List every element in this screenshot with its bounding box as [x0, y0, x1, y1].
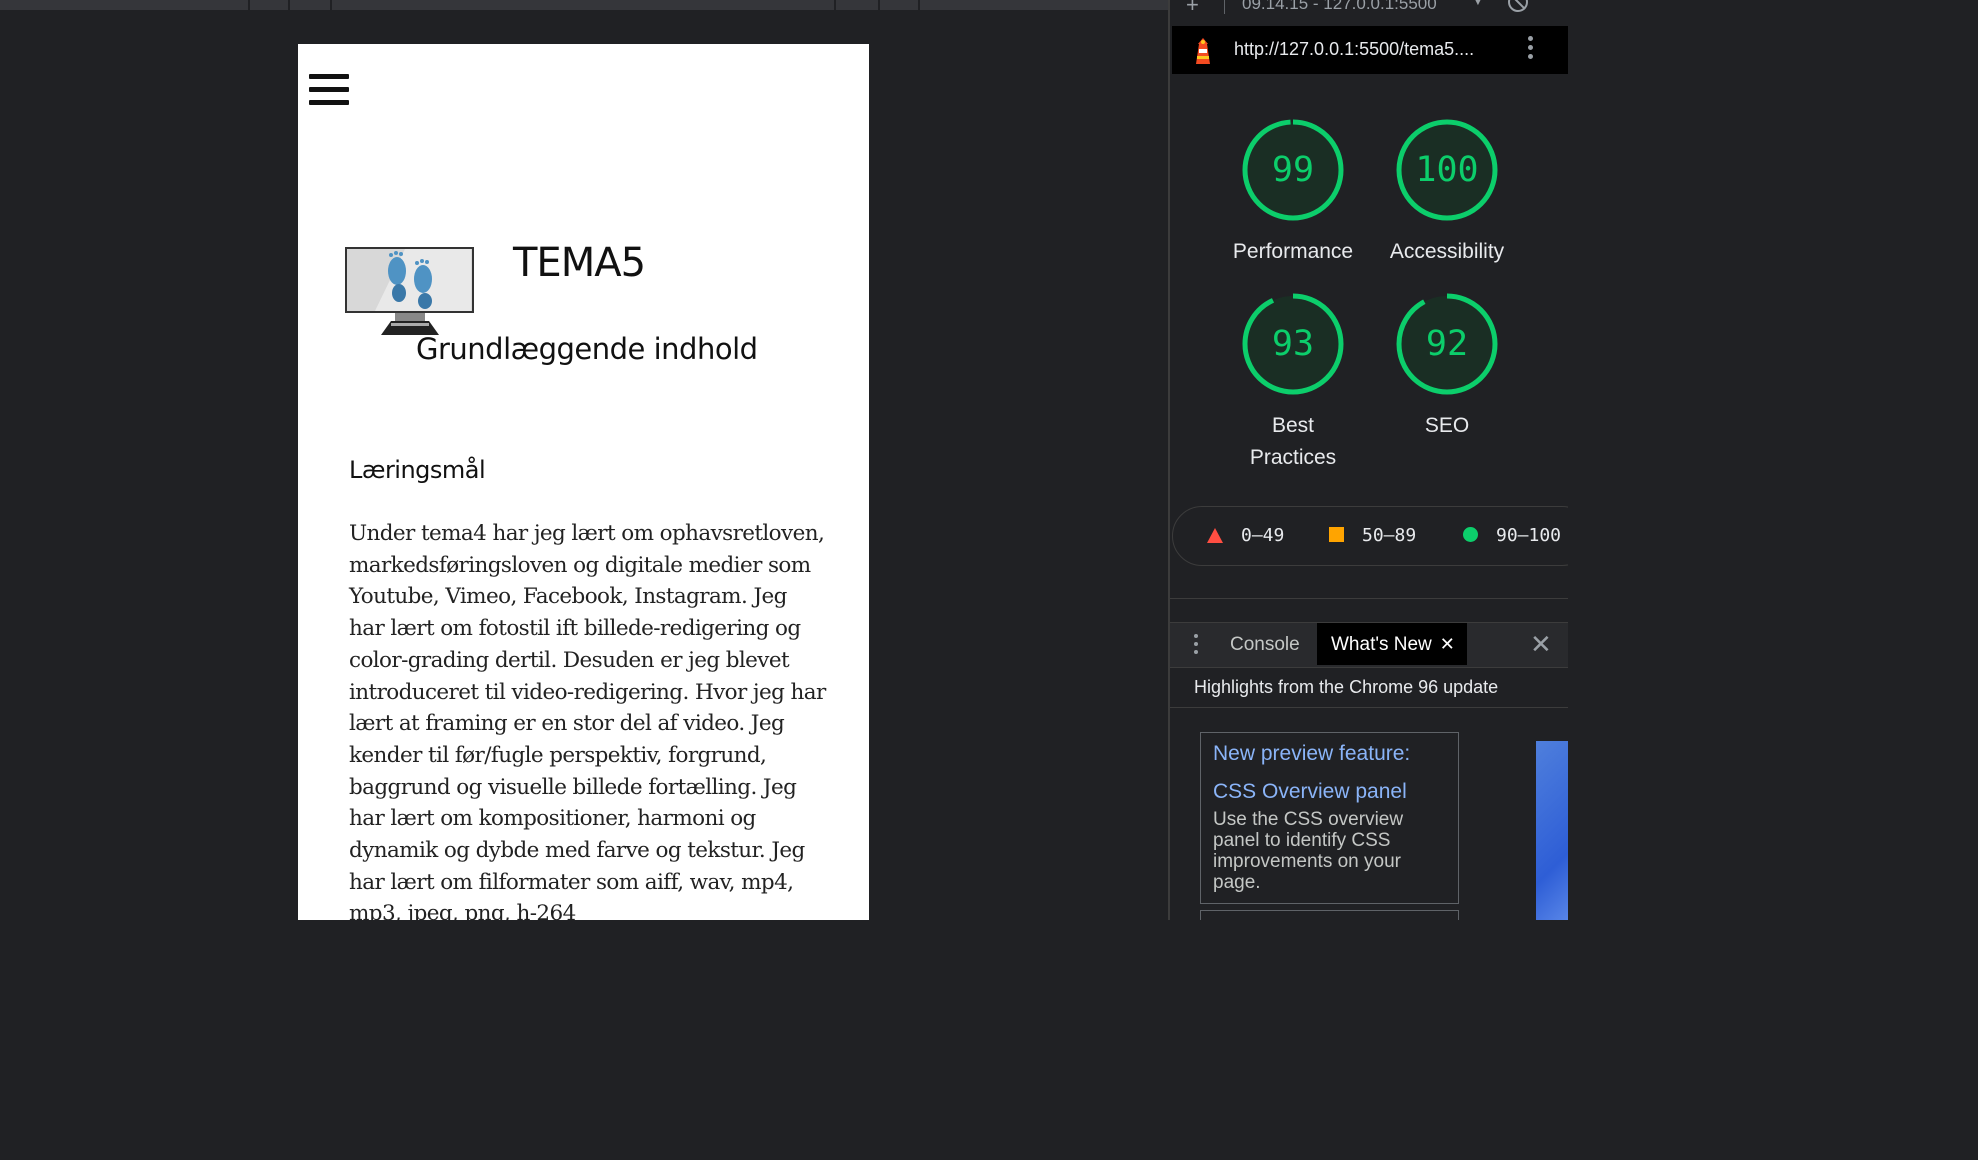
circle-icon — [1463, 527, 1478, 542]
body-paragraph: Under tema4 har jeg lært om ophavsretlov… — [349, 521, 826, 920]
report-selector[interactable]: + 09.14.15 - 127.0.0.1:5500 ▼ — [1170, 0, 1568, 17]
feature-card-next[interactable] — [1200, 910, 1459, 920]
score-label: SEO — [1424, 414, 1470, 437]
site-logo — [345, 247, 474, 335]
gauge-best-practices[interactable]: 93 Best Practices — [1218, 292, 1368, 474]
gauge-accessibility[interactable]: 100 Accessibility — [1372, 118, 1522, 268]
tab-console[interactable]: Console — [1230, 634, 1300, 656]
score-label: Accessibility — [1389, 240, 1505, 263]
feature-card[interactable]: New preview feature: CSS Overview panel … — [1200, 732, 1459, 904]
page-viewport: TEMA5 Grundlæggende indhold Læringsmål U… — [0, 0, 1168, 920]
close-tab-icon[interactable]: ✕ — [1440, 634, 1455, 654]
close-drawer-icon[interactable]: ✕ — [1530, 629, 1552, 660]
hamburger-menu-icon[interactable] — [309, 74, 349, 106]
drawer-menu-icon[interactable] — [1194, 634, 1199, 658]
divider — [1170, 598, 1568, 599]
lighthouse-icon — [1196, 38, 1210, 64]
mobile-page: TEMA5 Grundlæggende indhold Læringsmål U… — [298, 44, 869, 920]
score-legend: 0–49 50–89 90–100 — [1172, 506, 1568, 566]
legend-average: 50–89 — [1329, 525, 1416, 546]
gauge-performance[interactable]: 99 Performance — [1218, 118, 1368, 268]
site-subtitle: Grundlæggende indhold — [416, 332, 758, 366]
card-title[interactable]: New preview feature: — [1213, 739, 1446, 769]
gauge-seo[interactable]: 92 SEO — [1372, 292, 1522, 442]
score-value: 99 — [1271, 150, 1315, 190]
score-value: 93 — [1271, 324, 1315, 364]
feature-thumbnail — [1536, 741, 1568, 920]
clear-icon[interactable] — [1508, 0, 1528, 12]
triangle-icon — [1207, 528, 1223, 543]
legend-fail: 0–49 — [1207, 525, 1284, 546]
site-title: TEMA5 — [513, 240, 646, 286]
more-options-icon[interactable] — [1528, 36, 1534, 63]
whats-new-header: Highlights from the Chrome 96 update — [1170, 666, 1568, 708]
legend-pass: 90–100 — [1463, 525, 1561, 546]
score-label: Performance — [1232, 240, 1354, 263]
dropdown-caret-icon[interactable]: ▼ — [1472, 0, 1484, 8]
square-icon — [1329, 527, 1344, 542]
report-url: http://127.0.0.1:5500/tema5.... — [1234, 39, 1475, 59]
drawer-tabbar: Console What's New ✕ ✕ — [1170, 622, 1568, 668]
tab-whats-new[interactable]: What's New ✕ — [1317, 623, 1467, 665]
new-report-icon[interactable]: + — [1186, 0, 1199, 18]
section-heading: Læringsmål — [349, 456, 486, 484]
device-toolbar — [0, 0, 1168, 10]
report-name[interactable]: 09.14.15 - 127.0.0.1:5500 — [1242, 0, 1437, 14]
devtools-panel: + 09.14.15 - 127.0.0.1:5500 ▼ http://127… — [1168, 0, 1568, 920]
score-value: 100 — [1415, 150, 1479, 190]
score-value: 92 — [1425, 324, 1469, 364]
card-description: Use the CSS overview panel to identify C… — [1213, 809, 1404, 893]
report-url-bar: http://127.0.0.1:5500/tema5.... — [1172, 26, 1568, 74]
score-label: Best Practices — [1249, 414, 1337, 469]
card-link[interactable]: CSS Overview panel — [1213, 777, 1446, 807]
